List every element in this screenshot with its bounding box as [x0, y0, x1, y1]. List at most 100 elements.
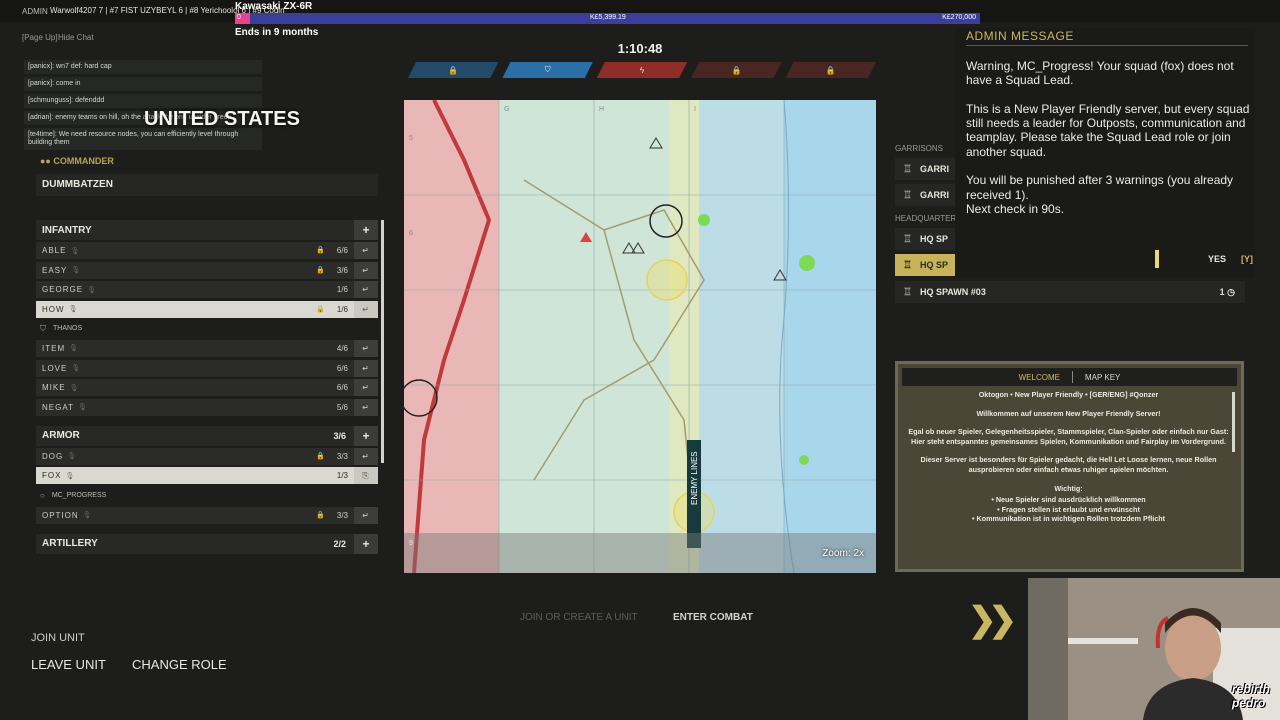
spawn-hq-3[interactable]: ♖ HQ SPAWN #03 1 ◷ — [895, 281, 1245, 303]
join-icon[interactable]: ↵ — [354, 398, 378, 416]
welcome-scrollbar[interactable] — [1232, 392, 1235, 452]
match-timer: 1:10:48 — [617, 41, 663, 56]
unit-row-option[interactable]: OPTION 🎙 🔒 3/3 ↵ — [36, 506, 378, 524]
spawn-hq-2[interactable]: ♖ HQ SP — [895, 254, 955, 276]
map-border-shade — [404, 533, 876, 573]
tab-welcome[interactable]: WELCOME — [1019, 373, 1060, 382]
unit-row-george[interactable]: GEORGE 🎙 1/6 ↵ — [36, 281, 378, 299]
spawn-label: HQ SP — [919, 234, 948, 244]
sea-zone — [784, 100, 876, 573]
join-icon[interactable]: ↵ — [354, 379, 378, 397]
join-create-unit-step: JOIN OR CREATE A UNIT — [520, 612, 638, 623]
category-count: 3/6 — [333, 430, 346, 441]
change-role-button[interactable]: CHANGE ROLE — [132, 657, 227, 672]
welcome-tabs: WELCOME MAP KEY — [902, 368, 1237, 386]
mic-icon: 🎙 — [87, 286, 98, 294]
unit-name: MIKE — [42, 383, 66, 393]
unit-row-easy[interactable]: EASY 🎙 🔒 3/6 ↵ — [36, 261, 378, 279]
spawn-count-value: 1 — [1219, 287, 1225, 297]
commander-label: ●● COMMANDER — [40, 156, 114, 166]
sector-2: ⛉ — [502, 62, 592, 78]
unit-count: 6/6 — [336, 383, 348, 393]
grid-letter: H — [599, 106, 604, 113]
lock-icon: 🔒 — [825, 65, 836, 75]
join-icon[interactable]: ↵ — [354, 242, 378, 259]
leave-icon[interactable]: ⎘ — [354, 467, 378, 485]
donation-goal-max: K£270,000 — [942, 14, 976, 21]
enter-combat-step[interactable]: ENTER COMBAT — [673, 612, 753, 623]
member-name: THANOS — [53, 325, 83, 333]
spawn-garrison-1[interactable]: ♖ GARRI — [895, 158, 955, 180]
tab-map-key[interactable]: MAP KEY — [1085, 373, 1120, 382]
category-count: 2/2 — [333, 538, 346, 549]
unit-name: GEORGE — [42, 285, 84, 295]
lock-icon: 🔒 — [316, 511, 326, 519]
category-label: ARTILLERY — [42, 538, 98, 550]
server-name: Oktogon • New Player Friendly • [GER/ENG… — [978, 390, 1159, 399]
join-icon[interactable]: ↵ — [354, 281, 378, 299]
add-unit-button[interactable]: + — [354, 533, 378, 554]
streamer-webcam: rebirth pedro — [1028, 578, 1280, 720]
lock-icon: 🔒 — [316, 305, 326, 313]
welcome-greeting: Willkommen auf unserem New Player Friend… — [976, 408, 1161, 418]
mic-icon: 🎙 — [71, 267, 82, 275]
mic-icon: 🎙 — [77, 404, 88, 412]
member-name: MC_PROGRESS — [51, 491, 107, 499]
unit-row-love[interactable]: LOVE 🎙 6/6 ↵ — [36, 359, 378, 377]
category-label: ARMOR — [42, 430, 80, 442]
objective-marker[interactable] — [646, 259, 688, 301]
chat-log: [panicx]: wn7 def: hard cap [panicx]: co… — [24, 60, 262, 153]
friendly-unit-marker[interactable] — [799, 455, 809, 465]
door — [1028, 578, 1068, 720]
page-up-hint: [Page Up] — [22, 33, 58, 42]
chat-message: [panicx]: wn7 def: hard cap — [24, 60, 262, 74]
join-icon[interactable]: ↵ — [354, 506, 378, 524]
unit-row-item[interactable]: ITEM 🎙 4/6 ↵ — [36, 339, 378, 357]
friendly-unit-marker[interactable] — [799, 255, 815, 271]
join-icon[interactable]: ↵ — [354, 447, 378, 465]
welcome-text: Oktogon • New Player Friendly • [GER/ENG… — [906, 390, 1231, 540]
chat-message: [panicx]: come in — [24, 77, 262, 91]
join-unit-button[interactable]: JOIN UNIT — [31, 632, 85, 644]
hide-chat-button[interactable]: Hide Chat — [58, 33, 94, 42]
join-icon[interactable]: ↵ — [354, 339, 378, 357]
welcome-paragraph: Dieser Server ist besonders für Spieler … — [920, 455, 1217, 474]
join-icon[interactable]: ↵ — [354, 261, 378, 279]
spawn-garrison-2[interactable]: ♖ GARRI — [895, 184, 955, 206]
spawn-label: GARRI — [919, 164, 949, 174]
garrison-icon: ♖ — [903, 163, 912, 175]
crewman-icon: ○ — [40, 490, 45, 500]
unit-row-how[interactable]: HOW 🎙 🔒 1/6 ↵ — [36, 300, 378, 318]
deploy-chevron-icon[interactable]: ❯❯ — [968, 600, 1017, 640]
unit-row-negat[interactable]: NEGAT 🎙 5/6 ↵ — [36, 398, 378, 416]
unit-member-row: ○ MC_PROGRESS — [36, 487, 378, 504]
unit-row-dog[interactable]: DOG 🎙 🔒 3/3 ↵ — [36, 447, 378, 465]
grid-letter: I — [694, 106, 696, 113]
unit-row-able[interactable]: ABLE 🎙 🔒 6/6 ↵ — [36, 242, 378, 259]
unit-row-mike[interactable]: MIKE 🎙 6/6 ↵ — [36, 379, 378, 397]
unit-list-scrollbar[interactable] — [381, 220, 384, 463]
commander-text: COMMANDER — [53, 156, 114, 166]
add-unit-button[interactable]: + — [354, 425, 378, 446]
join-icon[interactable]: ↵ — [354, 359, 378, 377]
unit-count: 1/3 — [336, 471, 348, 481]
unit-name: ABLE — [42, 246, 67, 255]
join-icon[interactable]: ↵ — [354, 300, 378, 318]
add-unit-button[interactable]: + — [354, 220, 378, 240]
yes-button[interactable]: YES — [1208, 254, 1226, 264]
unit-count: 6/6 — [336, 246, 348, 255]
chat-message: [te4time]: We need resource nodes, you c… — [24, 128, 262, 150]
tactical-map[interactable]: ENEMY LINES G H I 5 6 9 Zoom: 2x — [404, 100, 876, 573]
lock-icon: 🔒 — [316, 266, 326, 274]
squad-lead-icon: ⛉ — [40, 323, 46, 333]
hq-icon: ♖ — [903, 286, 912, 298]
donation-goal-start: 0 — [237, 14, 241, 21]
unit-row-fox[interactable]: FOX 🎙 1/3 ⎘ — [36, 467, 378, 485]
leave-unit-button[interactable]: LEAVE UNIT — [31, 657, 106, 672]
spawn-hq-1[interactable]: ♖ HQ SP — [895, 228, 955, 250]
hq-icon: ♖ — [903, 259, 912, 271]
garrisons-heading: GARRISONS — [895, 144, 944, 153]
category-armor: ARMOR 3/6 + — [36, 425, 378, 446]
friendly-unit-marker[interactable] — [698, 214, 710, 226]
grid-number: 6 — [409, 230, 413, 237]
